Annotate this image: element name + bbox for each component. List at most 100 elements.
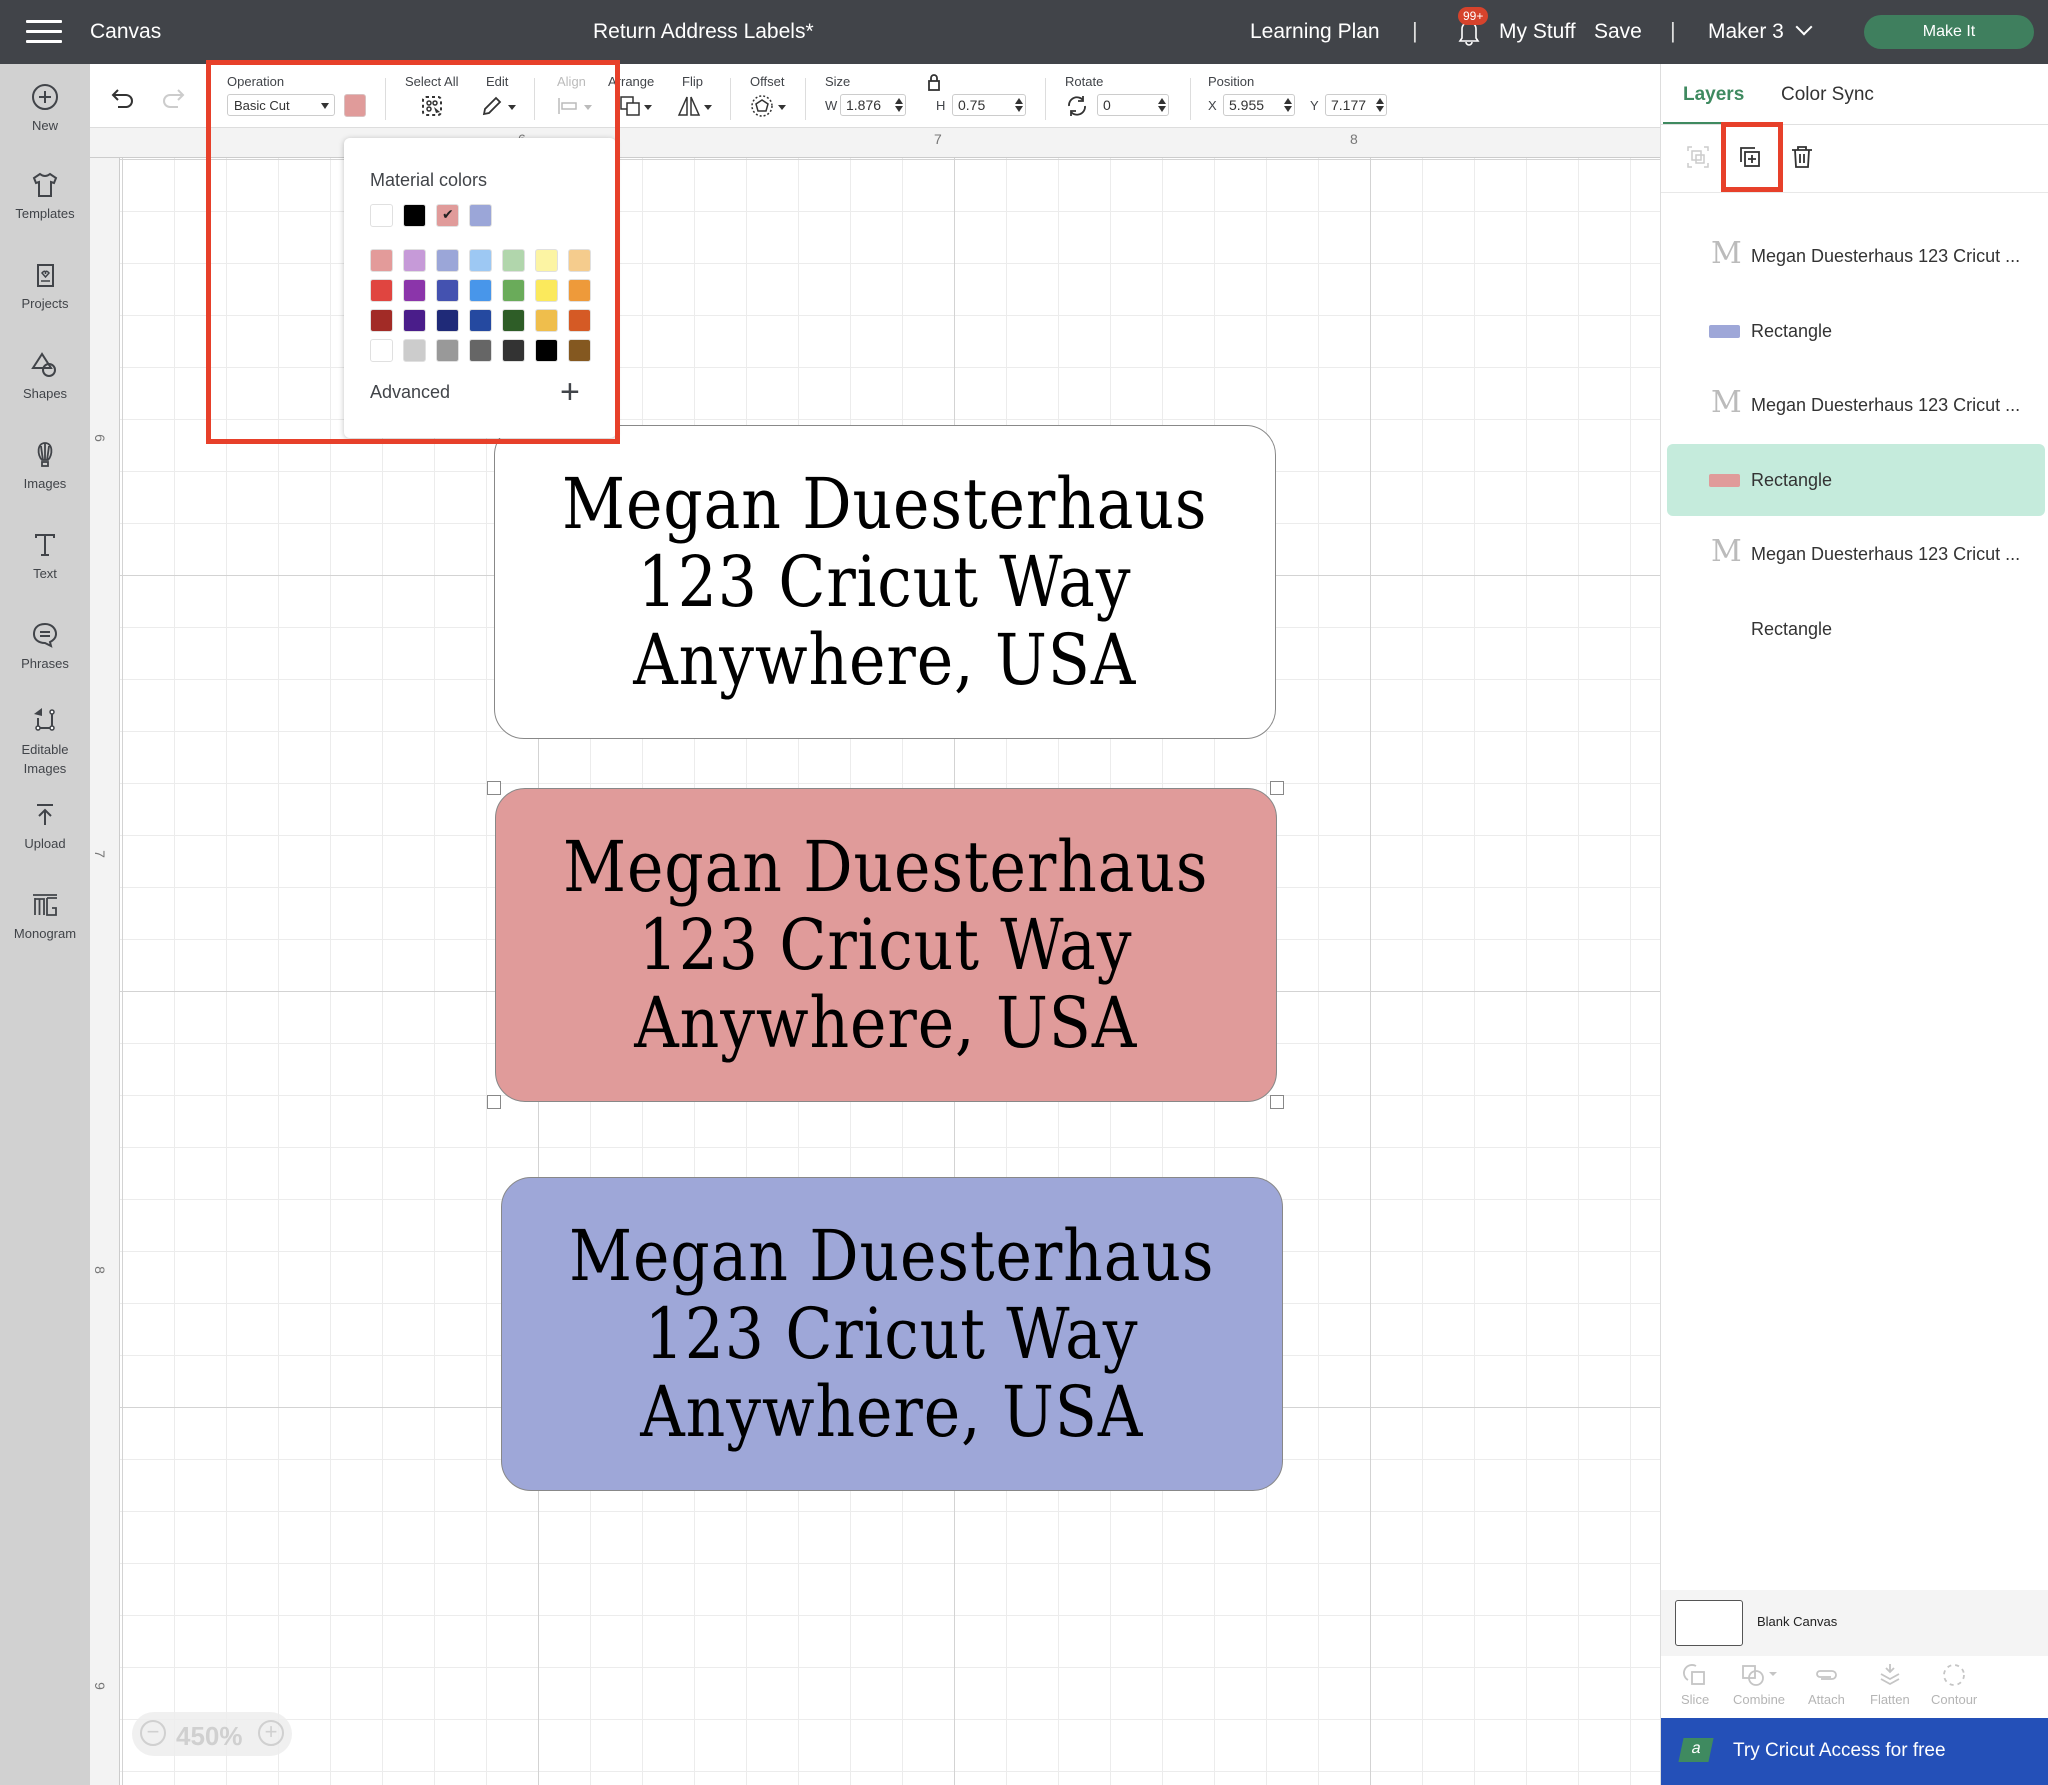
layer-item[interactable]: M Megan Duesterhaus 123 Cricut ... xyxy=(1667,220,2045,292)
offset-icon[interactable] xyxy=(750,94,774,118)
operation-color-swatch[interactable] xyxy=(344,94,366,117)
x-position-input[interactable]: 5.955 xyxy=(1223,94,1295,116)
resize-handle-top-right[interactable] xyxy=(1270,781,1284,795)
stepper-icon[interactable] xyxy=(1158,97,1166,113)
document-title[interactable]: Return Address Labels* xyxy=(593,20,814,44)
undo-icon[interactable] xyxy=(110,86,136,108)
layer-item[interactable]: Rectangle xyxy=(1667,443,2045,516)
address-label-blue[interactable]: Megan Duesterhaus 123 Cricut Way Anywher… xyxy=(501,1177,1283,1491)
sidebar-item-phrases[interactable]: Phrases xyxy=(0,620,90,671)
palette-color-swatch[interactable] xyxy=(502,279,525,302)
palette-color-swatch[interactable] xyxy=(502,249,525,272)
palette-color-swatch[interactable] xyxy=(370,249,393,272)
caret-down-icon[interactable] xyxy=(644,105,652,110)
height-input[interactable]: 0.75 xyxy=(952,94,1026,116)
palette-color-swatch[interactable] xyxy=(469,309,492,332)
combine-button[interactable]: Combine xyxy=(1733,1662,1785,1707)
palette-color-swatch[interactable] xyxy=(469,339,492,362)
palette-color-swatch[interactable] xyxy=(469,279,492,302)
palette-color-swatch[interactable] xyxy=(370,279,393,302)
palette-color-swatch[interactable] xyxy=(436,309,459,332)
contour-button[interactable]: Contour xyxy=(1931,1662,1977,1707)
caret-down-icon[interactable] xyxy=(584,105,592,110)
pencil-icon[interactable] xyxy=(480,94,504,118)
layer-item[interactable]: Rectangle xyxy=(1667,295,2045,367)
resize-handle-bottom-left[interactable] xyxy=(487,1095,501,1109)
caret-down-icon[interactable] xyxy=(778,105,786,110)
palette-color-swatch[interactable] xyxy=(535,279,558,302)
resize-handle-bottom-right[interactable] xyxy=(1270,1095,1284,1109)
palette-color-swatch[interactable] xyxy=(502,339,525,362)
make-it-button[interactable]: Make It xyxy=(1864,15,2034,49)
design-canvas[interactable]: 6 7 8 6 7 8 9 Megan Duesterhaus 123 Cric… xyxy=(90,128,1660,1785)
address-label-pink[interactable]: Megan Duesterhaus 123 Cricut Way Anywher… xyxy=(495,788,1277,1102)
stepper-icon[interactable] xyxy=(1376,97,1384,113)
zoom-in-icon[interactable]: + xyxy=(258,1720,284,1746)
sidebar-item-text[interactable]: Text xyxy=(0,530,90,581)
y-position-input[interactable]: 7.177 xyxy=(1325,94,1387,116)
palette-color-swatch[interactable] xyxy=(436,249,459,272)
palette-color-swatch[interactable] xyxy=(370,339,393,362)
palette-color-swatch[interactable] xyxy=(436,339,459,362)
recent-color-swatch[interactable] xyxy=(403,204,426,227)
tab-color-sync[interactable]: Color Sync xyxy=(1781,84,1874,106)
zoom-out-icon[interactable]: − xyxy=(140,1720,166,1746)
sidebar-item-monogram[interactable]: Monogram xyxy=(0,890,90,941)
sidebar-item-upload[interactable]: Upload xyxy=(0,800,90,851)
blank-canvas-row[interactable]: Blank Canvas xyxy=(1661,1590,2048,1656)
rotate-icon[interactable] xyxy=(1065,94,1089,118)
slice-button[interactable]: Slice xyxy=(1681,1662,1709,1707)
arrange-icon[interactable] xyxy=(618,94,642,118)
recent-color-swatch[interactable] xyxy=(469,204,492,227)
palette-color-swatch[interactable] xyxy=(535,309,558,332)
flatten-button[interactable]: Flatten xyxy=(1870,1662,1910,1707)
stepper-icon[interactable] xyxy=(1284,97,1292,113)
palette-color-swatch[interactable] xyxy=(403,339,426,362)
palette-color-swatch[interactable] xyxy=(403,279,426,302)
palette-color-swatch[interactable] xyxy=(568,249,591,272)
sidebar-item-new[interactable]: New xyxy=(0,82,90,133)
trash-icon[interactable] xyxy=(1789,144,1815,170)
align-icon[interactable] xyxy=(556,94,580,118)
sidebar-item-editable-images[interactable]: Editable Images xyxy=(0,704,90,778)
resize-handle-top-left[interactable] xyxy=(487,781,501,795)
palette-color-swatch[interactable] xyxy=(436,279,459,302)
layer-item[interactable]: M Megan Duesterhaus 123 Cricut ... xyxy=(1667,369,2045,441)
duplicate-icon[interactable] xyxy=(1737,144,1763,170)
lock-icon[interactable] xyxy=(926,72,942,92)
my-stuff-link[interactable]: My Stuff xyxy=(1499,20,1576,44)
palette-color-swatch[interactable] xyxy=(568,309,591,332)
caret-down-icon[interactable] xyxy=(508,105,516,110)
palette-color-swatch[interactable] xyxy=(403,249,426,272)
sidebar-item-projects[interactable]: Projects xyxy=(0,260,90,311)
address-label-white[interactable]: Megan Duesterhaus 123 Cricut Way Anywher… xyxy=(494,425,1276,739)
sidebar-item-images[interactable]: Images xyxy=(0,440,90,491)
recent-color-swatch[interactable] xyxy=(370,204,393,227)
machine-select[interactable]: Maker 3 xyxy=(1708,18,1813,44)
palette-color-swatch[interactable] xyxy=(568,339,591,362)
learning-plan-link[interactable]: Learning Plan xyxy=(1250,20,1380,44)
redo-icon[interactable] xyxy=(160,86,186,108)
recent-color-swatch[interactable] xyxy=(436,204,459,227)
plus-icon[interactable]: + xyxy=(560,373,580,412)
palette-color-swatch[interactable] xyxy=(502,309,525,332)
layer-item[interactable]: Rectangle xyxy=(1667,593,2045,665)
stepper-icon[interactable] xyxy=(895,97,903,113)
operation-select[interactable]: Basic Cut xyxy=(227,94,335,116)
advanced-label[interactable]: Advanced xyxy=(370,382,450,403)
palette-color-swatch[interactable] xyxy=(370,309,393,332)
rotate-input[interactable]: 0 xyxy=(1097,94,1169,116)
layer-item[interactable]: M Megan Duesterhaus 123 Cricut ... xyxy=(1667,518,2045,590)
palette-color-swatch[interactable] xyxy=(568,279,591,302)
width-input[interactable]: 1.876 xyxy=(840,94,906,116)
group-icon[interactable] xyxy=(1685,144,1711,170)
caret-down-icon[interactable] xyxy=(704,105,712,110)
stepper-icon[interactable] xyxy=(1015,97,1023,113)
palette-color-swatch[interactable] xyxy=(535,339,558,362)
palette-color-swatch[interactable] xyxy=(535,249,558,272)
attach-button[interactable]: Attach xyxy=(1808,1662,1845,1707)
sidebar-item-templates[interactable]: Templates xyxy=(0,170,90,221)
flip-icon[interactable] xyxy=(676,94,702,118)
sidebar-item-shapes[interactable]: Shapes xyxy=(0,350,90,401)
select-all-icon[interactable] xyxy=(420,94,444,118)
